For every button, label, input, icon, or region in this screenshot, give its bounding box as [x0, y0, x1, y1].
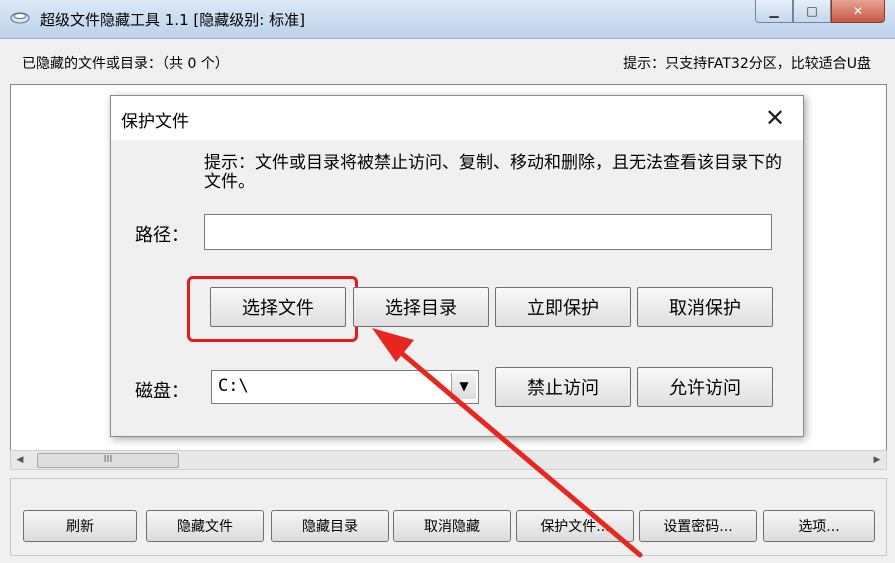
- hide-file-button[interactable]: 隐藏文件: [146, 510, 264, 542]
- path-label: 路径：: [135, 225, 189, 246]
- dropdown-arrow-icon[interactable]: ▼: [451, 373, 476, 399]
- select-file-button[interactable]: 选择文件: [210, 287, 346, 327]
- horizontal-scrollbar[interactable]: ◀ III ▶: [10, 450, 887, 470]
- refresh-button[interactable]: 刷新: [23, 510, 137, 542]
- window-titlebar: 超级文件隐藏工具 1.1 [隐藏级别: 标准] ▁ □ ✕: [0, 0, 895, 39]
- protect-file-dialog: 保护文件 ✕ 提示：文件或目录将被禁止访问、复制、移动和删除，且无法查看该目录下…: [110, 95, 804, 437]
- set-password-button[interactable]: 设置密码...: [639, 510, 757, 542]
- cancel-protect-button[interactable]: 取消保护: [637, 287, 773, 327]
- fat32-tip: 提示：只支持FAT32分区，比较适合U盘: [623, 56, 871, 72]
- allow-access-button[interactable]: 允许访问: [637, 367, 773, 407]
- minimize-icon: ▁: [769, 4, 779, 18]
- protect-file-button[interactable]: 保护文件...: [516, 510, 634, 542]
- maximize-button[interactable]: □: [793, 0, 831, 23]
- dialog-close-button[interactable]: ✕: [759, 102, 791, 134]
- info-bar: 已隐藏的文件或目录：（共 0 个） 提示：只支持FAT32分区，比较适合U盘: [8, 40, 887, 84]
- maximize-icon: □: [806, 4, 818, 18]
- path-input[interactable]: [204, 214, 772, 250]
- close-icon: ✕: [764, 104, 786, 132]
- options-button[interactable]: 选项...: [763, 510, 875, 542]
- scroll-right-arrow-icon[interactable]: ▶: [868, 451, 886, 469]
- close-icon: ✕: [852, 4, 864, 18]
- unhide-button[interactable]: 取消隐藏: [393, 510, 511, 542]
- dialog-titlebar: 保护文件 ✕: [111, 96, 803, 140]
- window-title: 超级文件隐藏工具 1.1 [隐藏级别: 标准]: [40, 11, 305, 29]
- select-directory-button[interactable]: 选择目录: [353, 287, 489, 327]
- disk-label: 磁盘：: [135, 381, 189, 402]
- minimize-button[interactable]: ▁: [755, 0, 793, 23]
- hidden-list-label: 已隐藏的文件或目录：（共 0 个）: [22, 56, 229, 72]
- hide-directory-button[interactable]: 隐藏目录: [271, 510, 389, 542]
- bottom-toolbar: 刷新 隐藏文件 隐藏目录 取消隐藏 保护文件... 设置密码... 选项...: [10, 478, 887, 556]
- app-icon: [10, 12, 30, 24]
- protect-now-button[interactable]: 立即保护: [495, 287, 631, 327]
- scroll-left-arrow-icon[interactable]: ◀: [11, 451, 29, 469]
- scroll-thumb-grip: III: [103, 454, 113, 465]
- dialog-title: 保护文件: [121, 112, 189, 132]
- disk-select[interactable]: C:\ ▼: [211, 370, 479, 404]
- dialog-hint: 提示：文件或目录将被禁止访问、复制、移动和删除，且无法查看该目录下的文件。: [204, 153, 782, 192]
- disk-select-value: C:\: [218, 376, 249, 396]
- close-button[interactable]: ✕: [831, 0, 885, 23]
- scroll-thumb[interactable]: III: [37, 453, 179, 468]
- deny-access-button[interactable]: 禁止访问: [495, 367, 631, 407]
